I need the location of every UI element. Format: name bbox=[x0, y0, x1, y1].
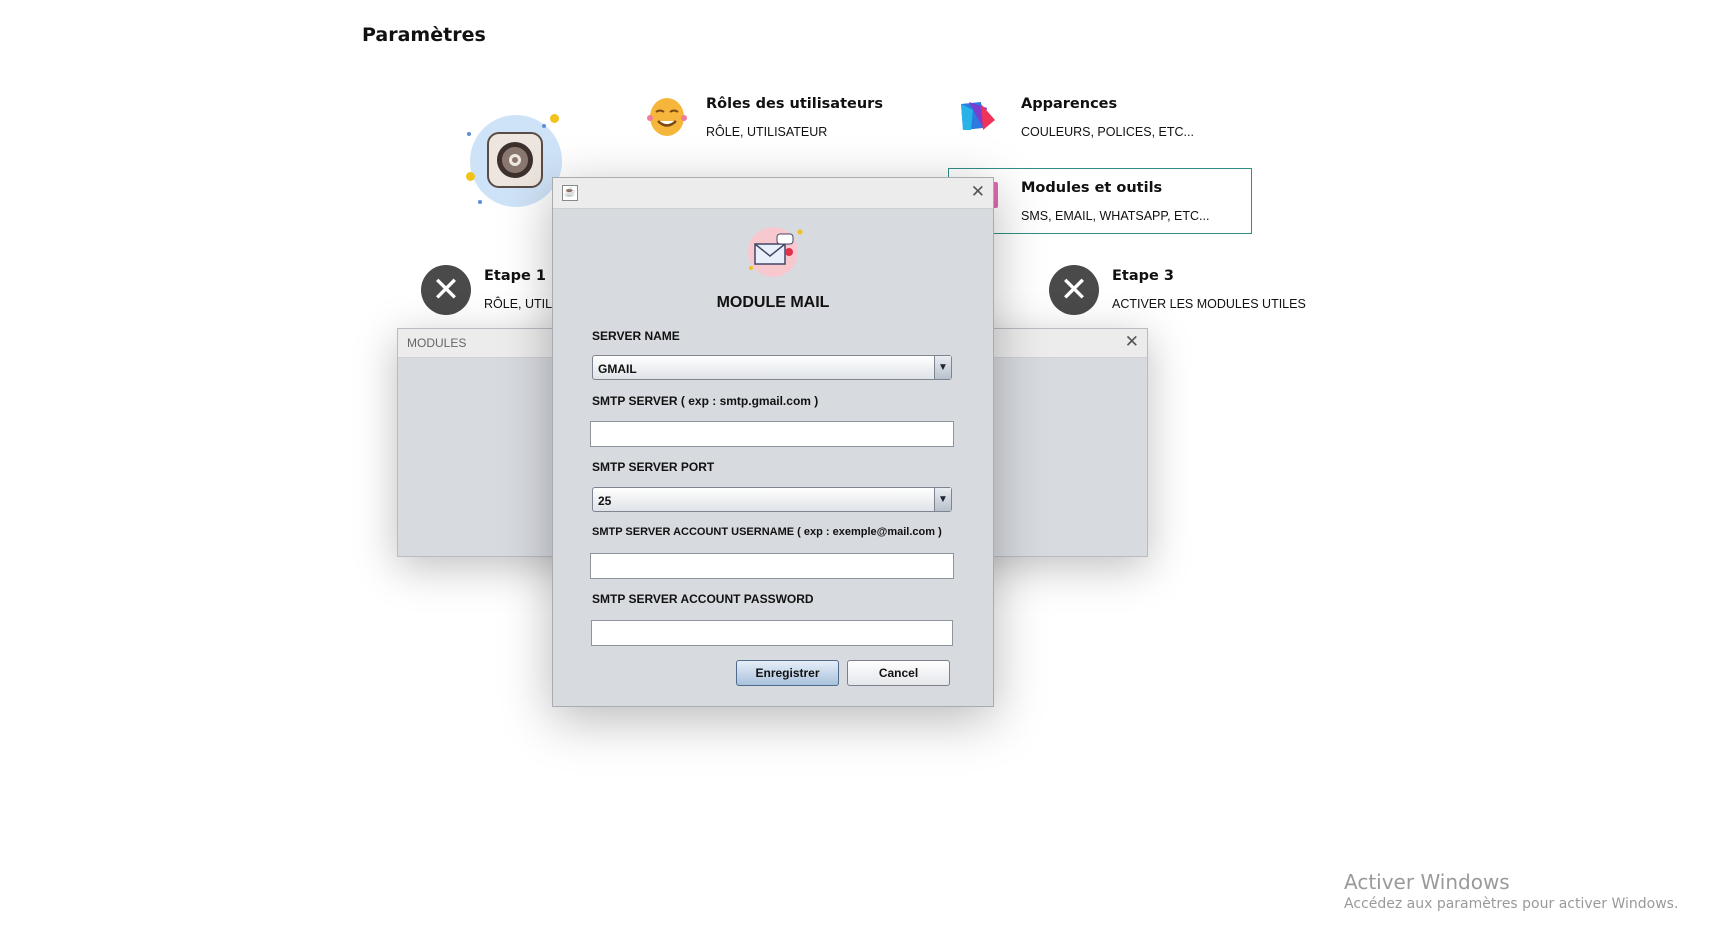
chevron-down-icon[interactable]: ▼ bbox=[934, 488, 951, 511]
card-modules-title: Modules et outils bbox=[1021, 180, 1163, 196]
page-title: Paramètres bbox=[362, 24, 486, 46]
server-name-label: SERVER NAME bbox=[592, 329, 680, 343]
modules-window-title: MODULES bbox=[407, 336, 467, 350]
smtp-port-select[interactable]: 25 ▼ bbox=[592, 487, 952, 512]
card-roles-title: Rôles des utilisateurs bbox=[706, 96, 883, 112]
server-name-value: GMAIL bbox=[598, 362, 637, 376]
card-modules-subtitle: SMS, EMAIL, WHATSAPP, ETC... bbox=[1021, 209, 1210, 223]
mail-module-icon bbox=[748, 227, 803, 277]
settings-app-icon bbox=[470, 115, 562, 207]
activation-watermark-text: Accédez aux paramètres pour activer Wind… bbox=[1344, 896, 1679, 912]
card-appearance-title: Apparences bbox=[1021, 96, 1118, 112]
smtp-server-label: SMTP SERVER ( exp : smtp.gmail.com ) bbox=[592, 394, 819, 408]
card-roles[interactable]: Rôles des utilisateurs RÔLE, UTILISATEUR bbox=[646, 96, 906, 146]
close-icon: ✕ bbox=[421, 265, 471, 315]
step-1-subtitle: RÔLE, UTIL bbox=[484, 297, 553, 311]
chevron-down-icon[interactable]: ▼ bbox=[934, 356, 951, 379]
step-1-title: Etape 1 bbox=[484, 268, 546, 284]
close-icon[interactable]: ✕ bbox=[1125, 332, 1139, 352]
server-name-select[interactable]: GMAIL ▼ bbox=[592, 355, 952, 380]
password-label: SMTP SERVER ACCOUNT PASSWORD bbox=[592, 592, 814, 606]
smtp-server-input[interactable] bbox=[590, 421, 954, 447]
password-input[interactable] bbox=[591, 620, 953, 646]
palette-cube-icon bbox=[961, 102, 995, 130]
smtp-port-value: 25 bbox=[598, 494, 612, 508]
step-3: ✕ Etape 3 ACTIVER LES MODULES UTILES bbox=[1049, 265, 1369, 321]
card-appearance-subtitle: COULEURS, POLICES, ETC... bbox=[1021, 125, 1194, 139]
card-roles-subtitle: RÔLE, UTILISATEUR bbox=[706, 125, 828, 139]
dialog-titlebar: ☕ ✕ bbox=[553, 178, 993, 209]
username-input[interactable] bbox=[590, 553, 954, 579]
module-mail-dialog: ☕ ✕ MODULE MAIL SERVER NAME GMAIL ▼ SMTP… bbox=[552, 177, 994, 707]
save-button[interactable]: Enregistrer bbox=[736, 660, 839, 686]
close-icon: ✕ bbox=[1049, 265, 1099, 315]
username-label: SMTP SERVER ACCOUNT USERNAME ( exp : exe… bbox=[592, 526, 942, 538]
theater-mask-icon bbox=[647, 98, 687, 136]
step-3-title: Etape 3 bbox=[1112, 268, 1174, 284]
smtp-port-label: SMTP SERVER PORT bbox=[592, 460, 715, 474]
close-icon[interactable]: ✕ bbox=[971, 182, 985, 202]
cancel-button[interactable]: Cancel bbox=[847, 660, 950, 686]
dialog-heading: MODULE MAIL bbox=[716, 294, 830, 311]
java-app-icon: ☕ bbox=[562, 185, 578, 201]
step-3-subtitle: ACTIVER LES MODULES UTILES bbox=[1112, 297, 1306, 311]
activation-watermark-title: Activer Windows bbox=[1344, 870, 1510, 894]
card-appearance[interactable]: Apparences COULEURS, POLICES, ETC... bbox=[957, 96, 1217, 146]
